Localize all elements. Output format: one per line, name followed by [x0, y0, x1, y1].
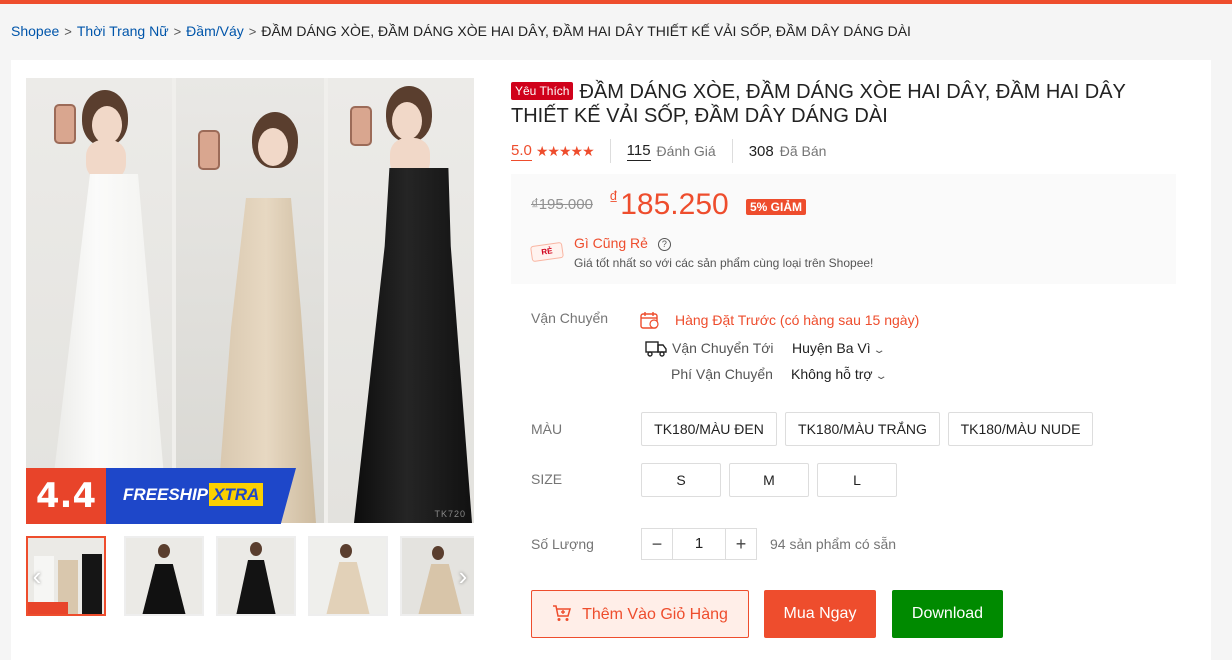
chevron-down-icon: ⌄ [874, 371, 888, 382]
color-option-black[interactable]: TK180/MÀU ĐEN [641, 412, 777, 446]
price-box: ₫195.000 ₫185.250 5% GIẢM RẺ Gì Cũng Rẻ?… [511, 174, 1176, 284]
sold-label: Đã Bán [779, 143, 827, 159]
breadcrumb-shopee[interactable]: Shopee [11, 23, 59, 39]
cart-add-icon [553, 605, 572, 621]
preorder-text: Hàng Đặt Trước (có hàng sau 15 ngày) [675, 312, 920, 328]
current-price: ₫185.250 [609, 188, 729, 222]
shipping-label: Vận Chuyển [531, 310, 609, 326]
product-stats: 5.0 ★★★★★ 115 Đánh Giá 308 Đã Bán [511, 139, 827, 163]
main-product-image[interactable]: TK720 [26, 78, 474, 523]
quantity-input[interactable]: 1 [673, 528, 725, 560]
color-option-nude[interactable]: TK180/MÀU NUDE [948, 412, 1093, 446]
thumbnail-4[interactable] [308, 536, 388, 616]
ship-to-label: Vận Chuyển Tới [672, 340, 774, 356]
top-accent-bar [0, 0, 1232, 4]
image-panel-black-dress: TK720 [328, 78, 474, 523]
ship-to-value: Huyện Ba Vì [792, 340, 871, 356]
size-label: SIZE [531, 471, 563, 487]
shipping-fee-row: Phí Vận Chuyển Không hỗ trợ⌄ [671, 366, 888, 382]
breadcrumb-separator-icon: > [248, 24, 257, 39]
freeship-banner: FREESHIP XTRA [106, 468, 296, 524]
buy-now-button[interactable]: Mua Ngay [764, 590, 876, 638]
size-option-s[interactable]: S [641, 463, 721, 497]
promo-banner: 4.4 FREESHIP XTRA [26, 468, 296, 524]
truck-icon [645, 341, 667, 357]
size-option-m[interactable]: M [729, 463, 809, 497]
download-button[interactable]: Download [892, 590, 1003, 638]
original-price: ₫195.000 [531, 196, 593, 213]
breadcrumb: Shopee > Thời Trang Nữ > Đầm/Váy > ĐẦM DÁNG XÒ… [11, 23, 911, 39]
size-option-l[interactable]: L [817, 463, 897, 497]
cheap-price-icon: RẺ [530, 241, 564, 263]
promo-date-label: 4.4 [26, 468, 106, 524]
breadcrumb-thoi-trang-nu[interactable]: Thời Trang Nữ [77, 23, 169, 39]
divider [731, 139, 733, 163]
add-to-cart-button[interactable]: Thêm Vào Giỏ Hàng [531, 590, 749, 638]
thumbnail-3[interactable] [216, 536, 296, 616]
thumbnail-strip: ‹ › [26, 534, 474, 618]
preorder-info: Hàng Đặt Trước (có hàng sau 15 ngày) [640, 311, 919, 329]
cheap-price-title: Gì Cũng Rẻ? [574, 235, 671, 251]
breadcrumb-current: ĐẦM DÁNG XÒE, ĐẦM DÁNG XÒE HAI DÂY, ĐẦM … [261, 23, 911, 39]
thumbnail-2[interactable] [124, 536, 204, 616]
color-label: MÀU [531, 421, 563, 437]
quantity-stepper: − 1 + [641, 528, 757, 560]
image-watermark: TK720 [434, 509, 466, 519]
reviews-count[interactable]: 115 [626, 142, 651, 161]
ship-to-select[interactable]: Huyện Ba Vì⌄ [792, 340, 886, 356]
shipping-fee-label: Phí Vận Chuyển [671, 366, 773, 382]
add-to-cart-label: Thêm Vào Giỏ Hàng [582, 606, 728, 623]
ship-to-row: Vận Chuyển Tới Huyện Ba Vì⌄ [645, 339, 886, 357]
sold-count: 308 [748, 142, 774, 160]
breadcrumb-separator-icon: > [173, 24, 182, 39]
product-title-text: ĐẦM DÁNG XÒE, ĐẦM DÁNG XÒE HAI DÂY, ĐẦM … [511, 81, 1126, 127]
quantity-decrease-button[interactable]: − [641, 528, 673, 560]
breadcrumb-separator-icon: > [64, 24, 72, 39]
stock-available: 94 sản phẩm có sẵn [770, 536, 897, 552]
product-title: Yêu Thích ĐẦM DÁNG XÒE, ĐẦM DÁNG XÒE HAI … [511, 80, 1151, 128]
cheap-price-description: Giá tốt nhất so với các sản phẩm cùng lo… [574, 256, 874, 270]
freeship-label: FREESHIP [123, 485, 209, 504]
shipping-fee-value: Không hỗ trợ [791, 366, 873, 382]
color-option-white[interactable]: TK180/MÀU TRẮNG [785, 412, 940, 446]
star-rating-icon: ★★★★★ [535, 142, 595, 159]
thumbnail-next-icon[interactable]: › [452, 556, 474, 596]
quantity-increase-button[interactable]: + [725, 528, 757, 560]
image-panel-white-dress [26, 78, 172, 523]
quantity-label: Số Lượng [531, 536, 594, 552]
rating-value[interactable]: 5.0 [511, 142, 532, 161]
thumbnail-prev-icon[interactable]: ‹ [26, 556, 48, 596]
cheap-price-title-text: Gì Cũng Rẻ [574, 235, 648, 251]
currency-symbol: ₫ [609, 188, 619, 208]
xtra-label: XTRA [209, 483, 264, 506]
shipping-fee-select[interactable]: Không hỗ trợ⌄ [791, 366, 888, 382]
image-panel-nude-dress [176, 78, 324, 523]
divider [609, 139, 611, 163]
current-price-value: 185.250 [620, 188, 729, 221]
chevron-down-icon: ⌄ [872, 345, 886, 356]
breadcrumb-dam-vay[interactable]: Đầm/Váy [186, 23, 244, 39]
discount-badge: 5% GIẢM [746, 199, 807, 215]
favorite-badge: Yêu Thích [511, 82, 574, 100]
reviews-label: Đánh Giá [656, 143, 716, 159]
help-icon[interactable]: ? [657, 238, 671, 251]
calendar-icon [640, 312, 659, 329]
